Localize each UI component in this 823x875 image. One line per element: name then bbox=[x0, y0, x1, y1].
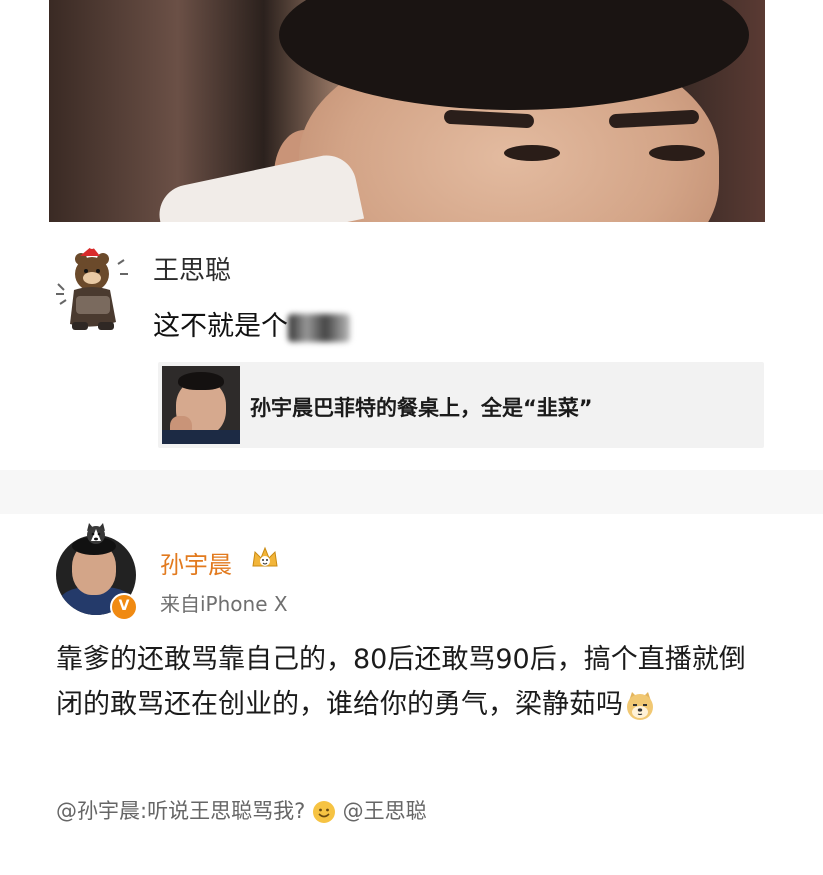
quoted-post-title: 孙宇晨巴菲特的餐桌上，全是“韭菜” bbox=[250, 396, 593, 420]
post-source: 来自iPhone X bbox=[160, 592, 288, 616]
thumb-hair bbox=[178, 372, 224, 390]
section-divider bbox=[0, 470, 823, 514]
thumb-suit bbox=[162, 430, 240, 444]
husky-icon bbox=[87, 523, 105, 544]
post-body: 靠爹的还敢骂靠自己的，80后还敢骂90后，搞个直播就倒闭的敢骂还在创业的，谁给你… bbox=[56, 637, 768, 727]
quoted-post-thumbnail bbox=[162, 366, 240, 444]
quoted-post-card[interactable]: 孙宇晨巴菲特的餐桌上，全是“韭菜” bbox=[158, 362, 764, 448]
post-photo[interactable] bbox=[49, 0, 765, 222]
footer-prefix[interactable]: @孙宇晨:听说王思聪骂我? bbox=[56, 799, 305, 823]
verified-badge-icon: V bbox=[110, 593, 138, 621]
post-footer: @孙宇晨:听说王思聪骂我? @王思聪 bbox=[56, 795, 427, 825]
comment-text-content: 这不就是个 bbox=[153, 311, 288, 342]
censored-blur bbox=[288, 313, 350, 342]
photo-collar bbox=[153, 149, 365, 222]
footer-mention[interactable]: @王思聪 bbox=[343, 799, 427, 823]
comment-text: 这不就是个 bbox=[153, 304, 350, 343]
vip-crown-icon[interactable] bbox=[250, 544, 280, 572]
doge-emoji-icon bbox=[627, 691, 653, 720]
photo-eye-left bbox=[504, 145, 560, 161]
comment-author[interactable]: 王思聪 bbox=[153, 250, 231, 287]
smile-emoji-icon bbox=[312, 801, 335, 823]
photo-eye-right bbox=[649, 145, 705, 161]
sticker-icon bbox=[56, 244, 128, 330]
post-author[interactable]: 孙宇晨 bbox=[160, 545, 232, 580]
